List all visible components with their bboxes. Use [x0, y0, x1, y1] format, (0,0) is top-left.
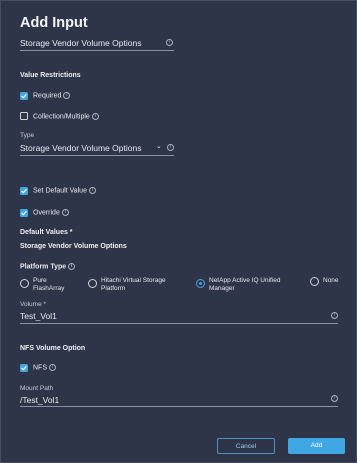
- volume-input[interactable]: Test_Vol1: [20, 311, 57, 321]
- radio-label-pure-flasharray: Pure FlashArray: [33, 277, 65, 292]
- name-field[interactable]: Storage Vendor Volume Options: [20, 38, 141, 48]
- add-input-dialog: Add Input Storage Vendor Volume Options …: [0, 0, 357, 463]
- info-icon[interactable]: i: [331, 312, 338, 319]
- info-icon[interactable]: i: [68, 263, 76, 270]
- value-restrictions-heading: Value Restrictions: [20, 72, 81, 79]
- radio-hitachi[interactable]: [88, 279, 97, 288]
- name-field-underline: [20, 50, 174, 51]
- info-icon[interactable]: i: [331, 395, 338, 402]
- collection-label: Collection/Multiple i: [33, 113, 99, 120]
- check-icon: [21, 93, 27, 99]
- nfs-label: NFS i: [33, 364, 56, 371]
- dialog-title: Add Input: [20, 15, 88, 31]
- collection-checkbox[interactable]: [20, 112, 28, 120]
- set-default-label: Set Default Value i: [33, 187, 96, 194]
- radio-none[interactable]: [310, 277, 319, 286]
- add-button[interactable]: Add: [288, 438, 345, 454]
- info-icon[interactable]: i: [91, 113, 99, 120]
- volume-label: Volume *: [20, 301, 47, 308]
- info-icon[interactable]: i: [63, 92, 71, 99]
- type-select[interactable]: Storage Vendor Volume Options: [20, 143, 141, 153]
- required-label: Required i: [33, 92, 71, 99]
- nfs-checkbox[interactable]: [20, 364, 28, 372]
- mount-path-input[interactable]: /Test_Vol1: [20, 395, 59, 405]
- type-select-underline: [20, 155, 174, 156]
- check-icon: [21, 365, 27, 371]
- info-icon[interactable]: i: [167, 144, 174, 151]
- info-icon[interactable]: i: [88, 187, 96, 194]
- override-checkbox[interactable]: [20, 209, 28, 217]
- radio-label-netapp: NetApp Active IQ Unified Manager: [209, 277, 281, 292]
- mount-path-underline: [20, 406, 338, 407]
- required-checkbox[interactable]: [20, 92, 28, 100]
- default-values-heading: Default Values *: [20, 229, 73, 236]
- set-default-checkbox[interactable]: [20, 187, 28, 195]
- radio-label-hitachi: Hitachi Virtual Storage Platform: [101, 277, 166, 292]
- default-values-subheading: Storage Vendor Volume Options: [20, 243, 127, 250]
- mount-path-label: Mount Path: [20, 385, 54, 392]
- info-icon[interactable]: i: [166, 39, 173, 46]
- radio-pure-flasharray[interactable]: [20, 279, 29, 288]
- cancel-button[interactable]: Cancel: [217, 438, 275, 454]
- chevron-down-icon[interactable]: ⌄: [156, 142, 162, 150]
- info-icon[interactable]: i: [48, 364, 56, 371]
- platform-type-label: Platform Type i: [20, 263, 76, 270]
- radio-netapp[interactable]: [196, 279, 205, 288]
- check-icon: [21, 210, 27, 216]
- type-label: Type: [20, 132, 35, 139]
- check-icon: [21, 188, 27, 194]
- nfs-volume-option-heading: NFS Volume Option: [20, 345, 86, 352]
- override-label: Override i: [33, 209, 69, 216]
- radio-label-none: None: [323, 277, 339, 284]
- info-icon[interactable]: i: [61, 209, 69, 216]
- volume-input-underline: [20, 323, 338, 324]
